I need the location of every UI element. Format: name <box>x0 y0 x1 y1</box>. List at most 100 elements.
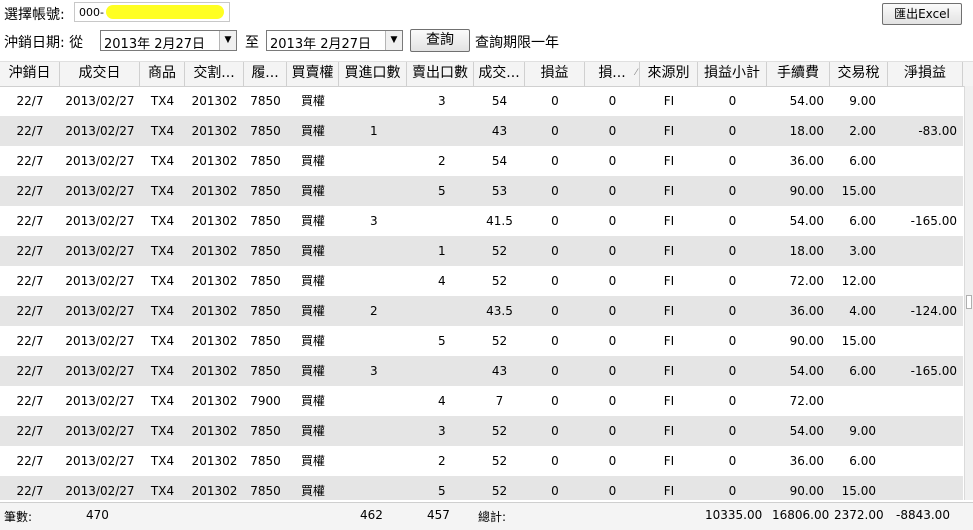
column-header-source[interactable]: 來源別 <box>640 62 698 86</box>
dropdown-arrow-icon[interactable]: ▼ <box>385 31 402 50</box>
cell-fee: 54.00 <box>789 94 824 108</box>
cell-strike: 7850 <box>250 304 281 318</box>
cell-trade-date: 2013/02/27 <box>65 274 135 288</box>
cell-fee: 18.00 <box>789 124 824 138</box>
column-header-sell-qty[interactable]: 賣出口數 <box>407 62 474 86</box>
table-row[interactable]: 22/7 2013/02/27 TX4 201302 7850 買權 5 53 0 0 FI 0 90.… <box>0 176 963 206</box>
date-to-picker[interactable]: 2013年 2月27日 ▼ <box>266 30 403 52</box>
cell-tax: 15.00 <box>841 334 876 348</box>
cell-fee: 36.00 <box>789 454 824 468</box>
cell-price: 52 <box>491 484 508 498</box>
table-row[interactable]: 22/7 2013/02/27 TX4 201302 7850 買權 3 52 0 0 FI 0 54.… <box>0 416 963 446</box>
cell-pnl: 0 <box>551 304 559 318</box>
table-row[interactable]: 22/7 2013/02/27 TX4 201302 7850 買權 2 54 0 0 FI 0 36.… <box>0 146 963 176</box>
cell-pnl-2: 0 <box>608 274 617 288</box>
cell-buy-qty: 1 <box>370 124 378 138</box>
cell-product: TX4 <box>150 454 175 468</box>
cell-delivery-month: 201302 <box>191 334 238 348</box>
column-header-pnl[interactable]: 損益 <box>525 62 585 86</box>
cell-sell-qty: 4 <box>438 274 446 288</box>
cell-net-pnl <box>888 326 963 356</box>
cell-net-pnl: -165.00 <box>910 364 957 378</box>
table-row[interactable]: 22/7 2013/02/27 TX4 201302 7850 買權 4 52 0 0 FI 0 72.… <box>0 266 963 296</box>
cell-pnl: 0 <box>551 484 559 498</box>
account-bar: 選擇帳號: 000- 匯出Excel <box>0 0 973 28</box>
export-excel-button[interactable]: 匯出Excel <box>882 3 962 25</box>
cell-source: FI <box>663 334 675 348</box>
cell-fee: 90.00 <box>789 334 824 348</box>
cell-pnl: 0 <box>551 154 559 168</box>
cell-product: TX4 <box>150 244 175 258</box>
cell-call-put: 買權 <box>300 244 325 258</box>
total-label: 總計: <box>478 510 507 524</box>
column-header-pnl-2[interactable]: 損... ⁄ <box>585 62 640 86</box>
table-row[interactable]: 22/7 2013/02/27 TX4 201302 7850 買權 2 52 0 0 FI 0 36.… <box>0 446 963 476</box>
cell-fee: 90.00 <box>789 484 824 498</box>
cell-strike: 7850 <box>250 154 281 168</box>
table-row[interactable]: 22/7 2013/02/27 TX4 201302 7850 買權 5 52 0 0 FI 0 90.… <box>0 326 963 356</box>
cell-net-pnl <box>888 386 963 416</box>
table-row[interactable]: 22/7 2013/02/27 TX4 201302 7850 買權 3 41.5 0 0 FI 0 5… <box>0 206 963 236</box>
table-row[interactable]: 22/7 2013/02/27 TX4 201302 7850 買權 5 52 0 0 FI 0 90.… <box>0 476 963 500</box>
column-header-price[interactable]: 成交... <box>474 62 525 86</box>
cell-pnl-subtotal: 0 <box>728 184 737 198</box>
column-header-net-pnl[interactable]: 淨損益 <box>888 62 963 86</box>
date-from-picker[interactable]: 2013年 2月27日 ▼ <box>100 30 237 52</box>
table-row[interactable]: 22/7 2013/02/27 TX4 201302 7850 買權 1 43 0 0 FI 0 18.… <box>0 116 963 146</box>
table-row[interactable]: 22/7 2013/02/27 TX4 201302 7850 買權 1 52 0 0 FI 0 18.… <box>0 236 963 266</box>
cell-pnl-subtotal: 0 <box>728 124 737 138</box>
cell-pnl-subtotal: 0 <box>728 214 737 228</box>
column-header-tax[interactable]: 交易稅 <box>830 62 888 86</box>
column-header-buy-qty[interactable]: 買進口數 <box>339 62 407 86</box>
cell-buy-qty: 3 <box>370 214 378 228</box>
account-prefix: 000- <box>79 6 104 19</box>
column-header-delivery-month[interactable]: 交割... <box>185 62 244 86</box>
cell-net-pnl <box>888 236 963 266</box>
query-button[interactable]: 查詢 <box>410 29 470 52</box>
cell-product: TX4 <box>150 304 175 318</box>
cell-buy-qty: 3 <box>370 364 378 378</box>
cell-fee: 36.00 <box>789 304 824 318</box>
date-range-label: 沖銷日期: 從 <box>4 35 84 51</box>
cell-offset-date: 22/7 <box>16 484 44 498</box>
cell-offset-date: 22/7 <box>16 154 44 168</box>
cell-offset-date: 22/7 <box>16 274 44 288</box>
column-header-pnl-subtotal[interactable]: 損益小計 <box>698 62 767 86</box>
date-from-value: 2013年 2月27日 <box>104 37 206 52</box>
cell-product: TX4 <box>150 484 175 498</box>
cell-sell-qty <box>407 116 474 146</box>
column-header-offset-date[interactable]: 沖銷日 <box>0 62 60 86</box>
account-input[interactable]: 000- <box>74 2 230 22</box>
cell-trade-date: 2013/02/27 <box>65 364 135 378</box>
cell-strike: 7850 <box>250 424 281 438</box>
cell-delivery-month: 201302 <box>191 394 238 408</box>
table-row[interactable]: 22/7 2013/02/27 TX4 201302 7850 買權 3 54 0 0 FI 0 54.… <box>0 86 963 116</box>
table-row[interactable]: 22/7 2013/02/27 TX4 201302 7850 買權 3 43 0 0 FI 0 54.… <box>0 356 963 386</box>
cell-offset-date: 22/7 <box>16 304 44 318</box>
net-total: -8843.00 <box>896 508 950 522</box>
table-row[interactable]: 22/7 2013/02/27 TX4 201302 7900 買權 4 7 0 0 FI 0 72.0… <box>0 386 963 416</box>
cell-call-put: 買權 <box>300 454 325 468</box>
dropdown-arrow-icon[interactable]: ▼ <box>219 31 236 50</box>
table-row[interactable]: 22/7 2013/02/27 TX4 201302 7850 買權 2 43.5 0 0 FI 0 3… <box>0 296 963 326</box>
cell-fee: 72.00 <box>789 274 824 288</box>
tax-total: 2372.00 <box>834 508 884 522</box>
count-label: 筆數: <box>4 510 33 524</box>
cell-pnl: 0 <box>551 424 559 438</box>
column-header-call-put[interactable]: 買賣權 <box>287 62 339 86</box>
cell-fee: 18.00 <box>789 244 824 258</box>
cell-price: 52 <box>491 274 508 288</box>
column-header-strike[interactable]: 履... <box>244 62 287 86</box>
cell-sell-qty: 5 <box>438 484 446 498</box>
scrollbar-thumb[interactable] <box>966 295 972 309</box>
column-header-product[interactable]: 商品 <box>140 62 185 86</box>
cell-trade-date: 2013/02/27 <box>65 94 135 108</box>
cell-price: 7 <box>495 394 504 408</box>
vertical-scrollbar[interactable] <box>964 86 973 500</box>
subtotal-sum: 10335.00 <box>705 508 763 522</box>
cell-tax: 15.00 <box>841 484 876 498</box>
cell-call-put: 買權 <box>300 304 325 318</box>
column-header-fee[interactable]: 手續費 <box>767 62 830 86</box>
cell-tax: 12.00 <box>841 274 876 288</box>
column-header-trade-date[interactable]: 成交日 <box>60 62 140 86</box>
